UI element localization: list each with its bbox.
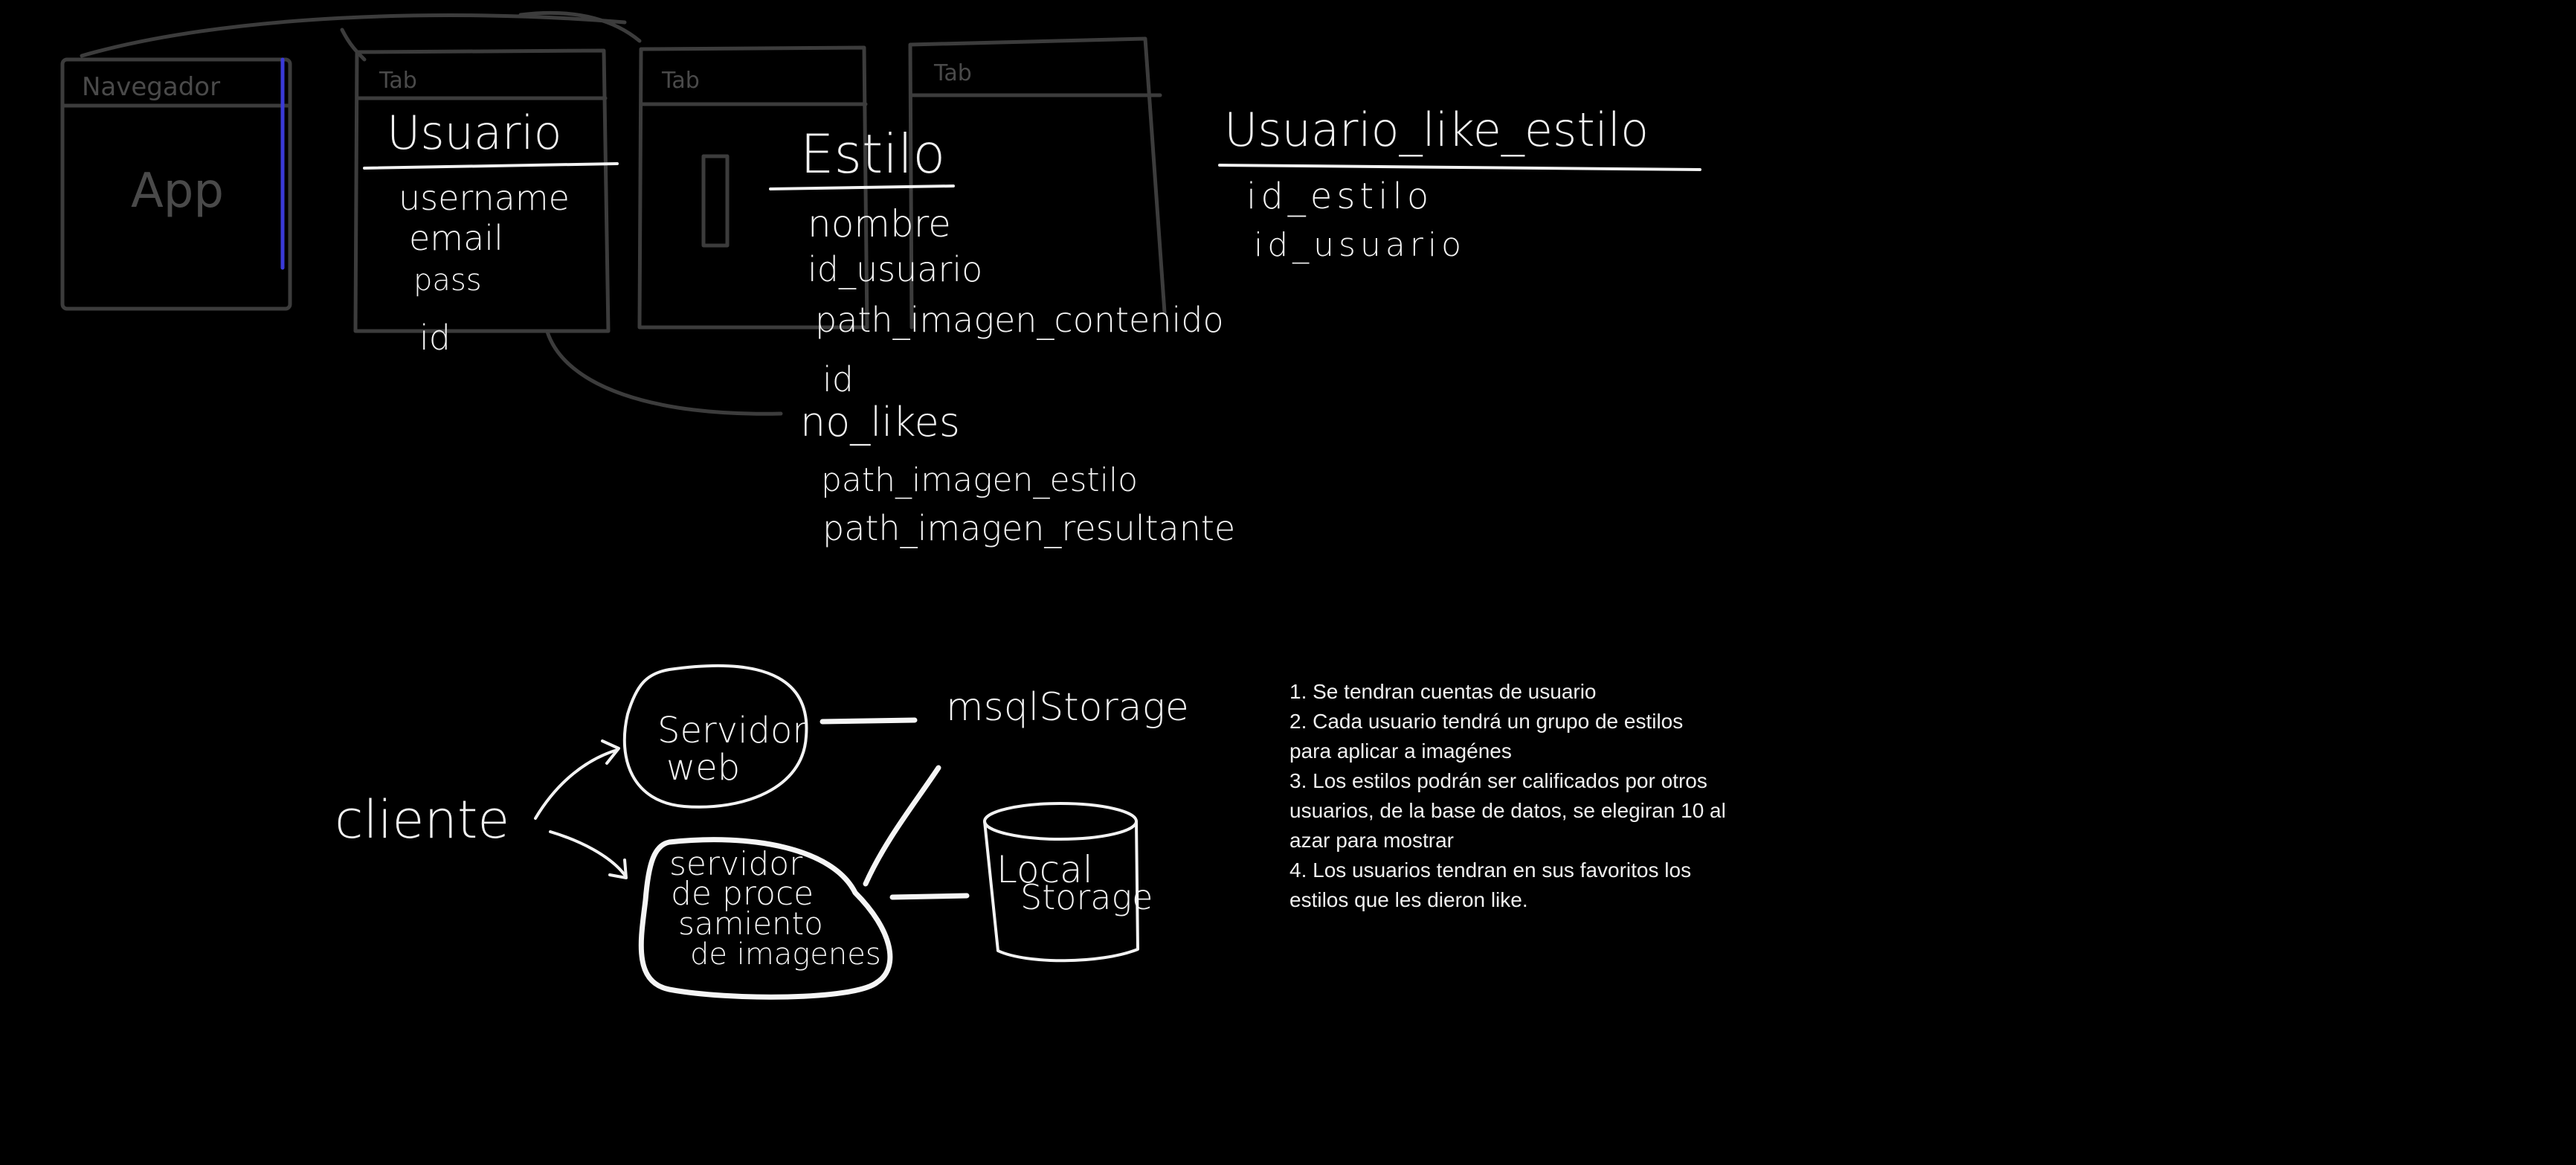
processing-server-label-line3: samiento bbox=[678, 905, 823, 942]
entity-estilo: Estilo nombre id_usuario path_imagen_con… bbox=[769, 123, 1235, 548]
sketch-layer: Navegador App Tab Tab Tab Usuario userna… bbox=[60, 10, 1701, 1000]
note-line: azar para mostrar bbox=[1289, 829, 1454, 852]
estilo-field-no-likes: no_likes bbox=[800, 399, 960, 446]
usuario-field-username: username bbox=[399, 178, 570, 218]
note-line: estilos que les dieron like. bbox=[1289, 888, 1528, 911]
local-storage-label-line2: Storage bbox=[1020, 877, 1153, 917]
note-line: 1. Se tendran cuentas de usuario bbox=[1289, 680, 1597, 703]
client-label: cliente bbox=[335, 789, 509, 850]
web-server-label-line2: web bbox=[666, 747, 740, 789]
frame-usuario-title: Tab bbox=[379, 68, 417, 94]
note-line: usuarios, de la base de datos, se elegir… bbox=[1289, 799, 1726, 822]
browser-frame: Navegador App bbox=[60, 57, 292, 311]
web-server-label-line1: Servidor bbox=[657, 710, 807, 751]
note-line: 4. Los usuarios tendran en sus favoritos… bbox=[1289, 858, 1692, 882]
frame-empty-title: Tab bbox=[933, 60, 972, 86]
entity-usuario-like-estilo-underline bbox=[1218, 164, 1701, 171]
note-line: 3. Los estilos podrán ser calificados po… bbox=[1289, 769, 1707, 792]
entity-estilo-name: Estilo bbox=[800, 123, 945, 185]
requirements-notes: 1. Se tendran cuentas de usuario 2. Cada… bbox=[1289, 677, 1765, 915]
like-field-id-usuario: id_usuario bbox=[1254, 226, 1466, 264]
entity-usuario-name: Usuario bbox=[387, 106, 562, 160]
estilo-field-id: id bbox=[822, 359, 854, 399]
frame-estilo-title: Tab bbox=[661, 68, 700, 94]
processing-server-label-line4: de imagenes bbox=[690, 937, 881, 972]
usuario-field-id: id bbox=[419, 318, 451, 358]
entity-estilo-underline bbox=[769, 184, 955, 190]
sql-storage-label: msqlStorage bbox=[946, 685, 1189, 730]
entity-usuario-like-estilo: Usuario_like_estilo id_estilo id_usuario bbox=[1218, 103, 1701, 264]
local-storage-cylinder: Local Storage bbox=[983, 802, 1153, 963]
estilo-field-path-imagen-estilo: path_imagen_estilo bbox=[821, 461, 1138, 499]
app-label: App bbox=[131, 164, 224, 219]
usuario-estilo-relation bbox=[545, 330, 783, 416]
estilo-field-id-usuario: id_usuario bbox=[808, 249, 982, 289]
note-line: para aplicar a imagénes bbox=[1289, 739, 1512, 763]
usuario-field-pass: pass bbox=[413, 263, 482, 298]
architecture-diagram: cliente Servidor web servidor de proce s… bbox=[335, 664, 1189, 1000]
estilo-field-path-imagen-resultante: path_imagen_resultante bbox=[822, 508, 1235, 548]
processing-to-sql-connector bbox=[863, 765, 941, 887]
usuario-field-email: email bbox=[409, 218, 503, 258]
local-storage-top bbox=[983, 802, 1138, 841]
frame-estilo-scribble bbox=[701, 154, 730, 248]
web-to-sql-connector bbox=[820, 717, 918, 725]
entity-usuario-underline bbox=[363, 162, 619, 170]
whiteboard-canvas: Navegador App Tab Tab Tab Usuario userna… bbox=[0, 0, 2576, 1165]
processing-to-local-connector bbox=[889, 893, 970, 900]
client-to-web-arrow bbox=[534, 748, 619, 820]
estilo-field-path-imagen-contenido: path_imagen_contenido bbox=[815, 300, 1224, 340]
entity-usuario: Usuario username email pass id bbox=[363, 106, 619, 358]
browser-frame-title: Navegador bbox=[82, 72, 220, 102]
entity-usuario-like-estilo-name: Usuario_like_estilo bbox=[1224, 103, 1649, 157]
note-line: 2. Cada usuario tendrá un grupo de estil… bbox=[1289, 710, 1684, 733]
like-field-id-estilo: id_estilo bbox=[1246, 176, 1433, 217]
client-to-processing-arrow bbox=[549, 830, 626, 876]
estilo-field-nombre: nombre bbox=[808, 202, 951, 245]
